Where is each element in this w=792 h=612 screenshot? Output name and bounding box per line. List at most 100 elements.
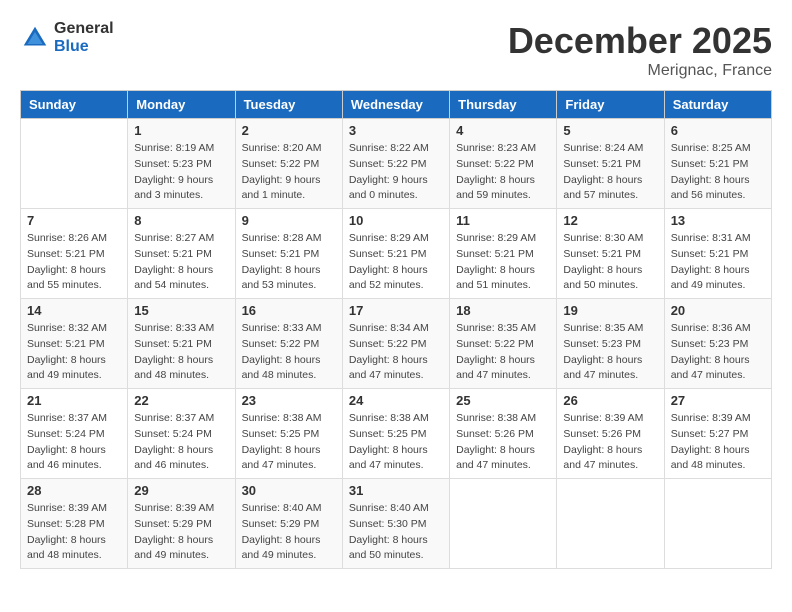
day-number: 29 — [134, 483, 228, 498]
day-detail: Sunrise: 8:29 AM Sunset: 5:21 PM Dayligh… — [349, 231, 443, 294]
logo-text: General Blue — [54, 20, 114, 55]
day-number: 8 — [134, 213, 228, 228]
calendar-cell: 1 Sunrise: 8:19 AM Sunset: 5:23 PM Daylig… — [128, 119, 235, 209]
calendar-cell: 28 Sunrise: 8:39 AM Sunset: 5:28 PM Dayli… — [21, 479, 128, 569]
calendar-cell: 25 Sunrise: 8:38 AM Sunset: 5:26 PM Dayli… — [450, 389, 557, 479]
day-number: 16 — [242, 303, 336, 318]
day-detail: Sunrise: 8:28 AM Sunset: 5:21 PM Dayligh… — [242, 231, 336, 294]
day-detail: Sunrise: 8:33 AM Sunset: 5:22 PM Dayligh… — [242, 321, 336, 384]
day-number: 20 — [671, 303, 765, 318]
day-detail: Sunrise: 8:40 AM Sunset: 5:29 PM Dayligh… — [242, 501, 336, 564]
day-detail: Sunrise: 8:20 AM Sunset: 5:22 PM Dayligh… — [242, 141, 336, 204]
calendar-cell — [450, 479, 557, 569]
day-detail: Sunrise: 8:38 AM Sunset: 5:25 PM Dayligh… — [242, 411, 336, 474]
day-detail: Sunrise: 8:39 AM Sunset: 5:27 PM Dayligh… — [671, 411, 765, 474]
title-block: December 2025 Merignac, France — [508, 20, 772, 80]
day-detail: Sunrise: 8:38 AM Sunset: 5:26 PM Dayligh… — [456, 411, 550, 474]
calendar-cell: 9 Sunrise: 8:28 AM Sunset: 5:21 PM Daylig… — [235, 209, 342, 299]
day-detail: Sunrise: 8:29 AM Sunset: 5:21 PM Dayligh… — [456, 231, 550, 294]
day-number: 25 — [456, 393, 550, 408]
logo-icon — [20, 23, 50, 53]
calendar-cell: 20 Sunrise: 8:36 AM Sunset: 5:23 PM Dayli… — [664, 299, 771, 389]
column-header-monday: Monday — [128, 91, 235, 119]
location: Merignac, France — [508, 62, 772, 80]
day-number: 22 — [134, 393, 228, 408]
day-number: 12 — [563, 213, 657, 228]
day-detail: Sunrise: 8:22 AM Sunset: 5:22 PM Dayligh… — [349, 141, 443, 204]
day-number: 15 — [134, 303, 228, 318]
day-number: 21 — [27, 393, 121, 408]
calendar-cell: 26 Sunrise: 8:39 AM Sunset: 5:26 PM Dayli… — [557, 389, 664, 479]
calendar-cell: 30 Sunrise: 8:40 AM Sunset: 5:29 PM Dayli… — [235, 479, 342, 569]
day-detail: Sunrise: 8:23 AM Sunset: 5:22 PM Dayligh… — [456, 141, 550, 204]
day-detail: Sunrise: 8:30 AM Sunset: 5:21 PM Dayligh… — [563, 231, 657, 294]
day-number: 18 — [456, 303, 550, 318]
day-detail: Sunrise: 8:37 AM Sunset: 5:24 PM Dayligh… — [27, 411, 121, 474]
calendar-cell: 21 Sunrise: 8:37 AM Sunset: 5:24 PM Dayli… — [21, 389, 128, 479]
calendar-week-row: 21 Sunrise: 8:37 AM Sunset: 5:24 PM Dayli… — [21, 389, 772, 479]
day-detail: Sunrise: 8:33 AM Sunset: 5:21 PM Dayligh… — [134, 321, 228, 384]
calendar-cell: 5 Sunrise: 8:24 AM Sunset: 5:21 PM Daylig… — [557, 119, 664, 209]
day-detail: Sunrise: 8:39 AM Sunset: 5:29 PM Dayligh… — [134, 501, 228, 564]
calendar-cell: 4 Sunrise: 8:23 AM Sunset: 5:22 PM Daylig… — [450, 119, 557, 209]
day-number: 19 — [563, 303, 657, 318]
calendar-cell: 24Sunrise: 8:38 AM Sunset: 5:25 PM Dayli… — [342, 389, 449, 479]
day-detail: Sunrise: 8:40 AM Sunset: 5:30 PM Dayligh… — [349, 501, 443, 564]
day-number: 31 — [349, 483, 443, 498]
day-number: 9 — [242, 213, 336, 228]
calendar-week-row: 7Sunrise: 8:26 AM Sunset: 5:21 PM Daylig… — [21, 209, 772, 299]
day-detail: Sunrise: 8:39 AM Sunset: 5:28 PM Dayligh… — [27, 501, 121, 564]
day-detail: Sunrise: 8:36 AM Sunset: 5:23 PM Dayligh… — [671, 321, 765, 384]
day-detail: Sunrise: 8:35 AM Sunset: 5:23 PM Dayligh… — [563, 321, 657, 384]
calendar-cell: 7Sunrise: 8:26 AM Sunset: 5:21 PM Daylig… — [21, 209, 128, 299]
calendar-week-row: 28 Sunrise: 8:39 AM Sunset: 5:28 PM Dayli… — [21, 479, 772, 569]
month-title: December 2025 — [508, 20, 772, 62]
page-header: General Blue December 2025 Merignac, Fra… — [20, 20, 772, 80]
calendar-cell: 2 Sunrise: 8:20 AM Sunset: 5:22 PM Daylig… — [235, 119, 342, 209]
day-detail: Sunrise: 8:24 AM Sunset: 5:21 PM Dayligh… — [563, 141, 657, 204]
calendar-cell: 10 Sunrise: 8:29 AM Sunset: 5:21 PM Dayli… — [342, 209, 449, 299]
day-number: 24 — [349, 393, 443, 408]
day-number: 1 — [134, 123, 228, 138]
calendar-cell — [21, 119, 128, 209]
day-detail: Sunrise: 8:37 AM Sunset: 5:24 PM Dayligh… — [134, 411, 228, 474]
day-detail: Sunrise: 8:31 AM Sunset: 5:21 PM Dayligh… — [671, 231, 765, 294]
calendar-cell — [557, 479, 664, 569]
day-number: 17 — [349, 303, 443, 318]
calendar-cell: 11Sunrise: 8:29 AM Sunset: 5:21 PM Dayli… — [450, 209, 557, 299]
day-number: 30 — [242, 483, 336, 498]
calendar-table: SundayMondayTuesdayWednesdayThursdayFrid… — [20, 90, 772, 569]
day-number: 5 — [563, 123, 657, 138]
day-number: 27 — [671, 393, 765, 408]
logo: General Blue — [20, 20, 114, 55]
day-number: 14 — [27, 303, 121, 318]
calendar-body: 1 Sunrise: 8:19 AM Sunset: 5:23 PM Daylig… — [21, 119, 772, 569]
column-header-saturday: Saturday — [664, 91, 771, 119]
day-number: 13 — [671, 213, 765, 228]
day-number: 2 — [242, 123, 336, 138]
column-header-tuesday: Tuesday — [235, 91, 342, 119]
day-detail: Sunrise: 8:39 AM Sunset: 5:26 PM Dayligh… — [563, 411, 657, 474]
calendar-cell: 16 Sunrise: 8:33 AM Sunset: 5:22 PM Dayli… — [235, 299, 342, 389]
day-number: 4 — [456, 123, 550, 138]
column-header-friday: Friday — [557, 91, 664, 119]
day-number: 10 — [349, 213, 443, 228]
calendar-cell: 8 Sunrise: 8:27 AM Sunset: 5:21 PM Daylig… — [128, 209, 235, 299]
day-detail: Sunrise: 8:25 AM Sunset: 5:21 PM Dayligh… — [671, 141, 765, 204]
day-number: 26 — [563, 393, 657, 408]
day-detail: Sunrise: 8:34 AM Sunset: 5:22 PM Dayligh… — [349, 321, 443, 384]
column-header-thursday: Thursday — [450, 91, 557, 119]
day-number: 3 — [349, 123, 443, 138]
day-detail: Sunrise: 8:32 AM Sunset: 5:21 PM Dayligh… — [27, 321, 121, 384]
day-detail: Sunrise: 8:35 AM Sunset: 5:22 PM Dayligh… — [456, 321, 550, 384]
day-detail: Sunrise: 8:19 AM Sunset: 5:23 PM Dayligh… — [134, 141, 228, 204]
calendar-cell: 3 Sunrise: 8:22 AM Sunset: 5:22 PM Daylig… — [342, 119, 449, 209]
day-number: 28 — [27, 483, 121, 498]
column-header-wednesday: Wednesday — [342, 91, 449, 119]
calendar-cell: 19 Sunrise: 8:35 AM Sunset: 5:23 PM Dayli… — [557, 299, 664, 389]
logo-general: General — [54, 20, 114, 38]
calendar-cell: 14 Sunrise: 8:32 AM Sunset: 5:21 PM Dayli… — [21, 299, 128, 389]
day-number: 23 — [242, 393, 336, 408]
day-number: 6 — [671, 123, 765, 138]
day-detail: Sunrise: 8:27 AM Sunset: 5:21 PM Dayligh… — [134, 231, 228, 294]
